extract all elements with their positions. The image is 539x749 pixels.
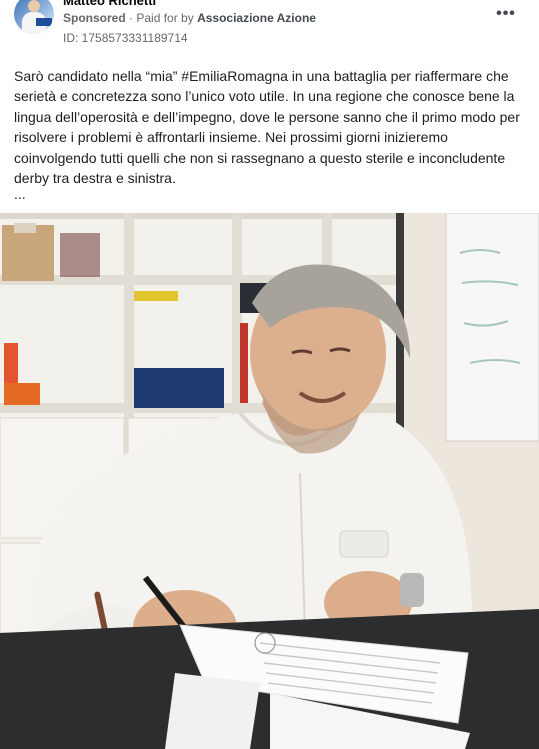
paid-for-prefix: · Paid for by (129, 11, 194, 25)
post-image[interactable] (0, 213, 539, 749)
see-more-ellipsis[interactable]: ... (14, 186, 26, 202)
post-header: Matteo Richetti Sponsored · Paid for by … (0, 0, 539, 52)
sponsored-label: Sponsored (63, 11, 126, 25)
ad-id: ID: 1758573331189714 (63, 31, 188, 45)
sponsor-line: Sponsored · Paid for by Associazione Azi… (63, 11, 316, 25)
author-name[interactable]: Matteo Richetti (63, 0, 156, 8)
more-options-icon[interactable]: ••• (496, 6, 516, 24)
post-text: Sarò candidato nella “mia” #EmiliaRomagn… (14, 68, 520, 187)
payer-name[interactable]: Associazione Azione (197, 11, 316, 25)
avatar[interactable] (14, 0, 54, 34)
